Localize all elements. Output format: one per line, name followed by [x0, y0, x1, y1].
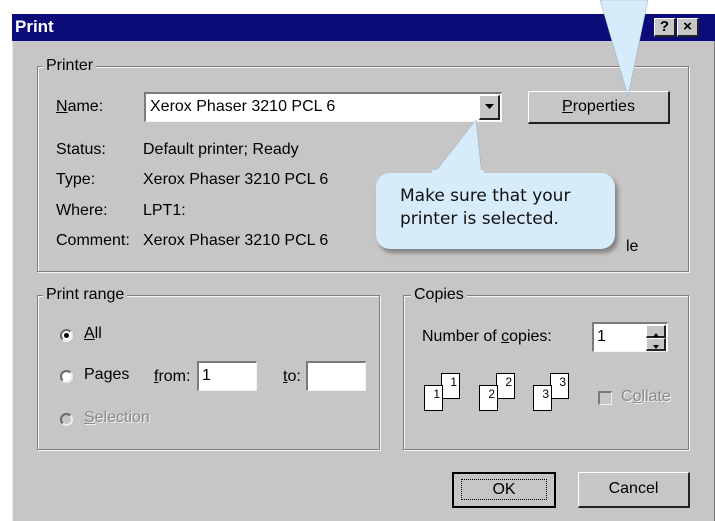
- pages-label[interactable]: Pages: [84, 366, 129, 384]
- print-range-legend: Print range: [43, 286, 128, 304]
- spin-down-button[interactable]: [646, 338, 666, 351]
- to-label: to:: [283, 368, 301, 385]
- help-button[interactable]: ?: [654, 18, 676, 37]
- spin-up-button[interactable]: [646, 325, 666, 338]
- ok-label: OK: [461, 479, 547, 500]
- collate-page-back: 3: [550, 373, 569, 399]
- collate-page-back: 2: [496, 373, 515, 399]
- collate-checkbox[interactable]: [598, 391, 612, 405]
- name-label: Name:: [56, 98, 104, 115]
- collate-page-front: 2: [479, 385, 498, 411]
- printer-dropdown-button[interactable]: [479, 95, 500, 120]
- callout-bubble: Make sure that your printer is selected.: [376, 173, 615, 249]
- type-value: Xerox Phaser 3210 PCL 6: [143, 171, 329, 188]
- spin-down-icon: [652, 345, 659, 349]
- printer-name-select[interactable]: Xerox Phaser 3210 PCL 6: [144, 92, 502, 122]
- ok-button[interactable]: OK: [452, 472, 556, 508]
- all-label[interactable]: All: [84, 325, 102, 343]
- radio-selected-dot: [64, 333, 69, 338]
- type-label: Type:: [56, 171, 96, 188]
- status-label: Status:: [56, 141, 106, 158]
- properties-button[interactable]: Properties: [528, 91, 670, 124]
- copies-value: 1: [597, 328, 606, 345]
- print-dialog: Print ? × Printer Name: Xerox Phaser 321…: [12, 14, 715, 521]
- collate-label[interactable]: Collate: [621, 388, 671, 406]
- to-input[interactable]: [306, 361, 366, 391]
- where-value: LPT1:: [143, 202, 186, 219]
- callout-text: Make sure that your printer is selected.: [400, 186, 571, 229]
- printer-group-legend: Printer: [43, 57, 97, 75]
- printer-name-value: Xerox Phaser 3210 PCL 6: [150, 98, 336, 115]
- pages-radio[interactable]: [60, 370, 73, 383]
- copies-legend: Copies: [411, 286, 467, 304]
- copies-spinner[interactable]: 1: [592, 322, 668, 352]
- from-value: 1: [202, 367, 211, 384]
- comment-value: Xerox Phaser 3210 PCL 6: [143, 232, 329, 249]
- number-of-copies-label: Number of copies:: [422, 328, 552, 345]
- from-label: from:: [154, 368, 191, 385]
- close-button[interactable]: ×: [677, 18, 699, 37]
- collate-page-front: 1: [424, 385, 443, 411]
- where-label: Where:: [56, 202, 108, 219]
- collate-page-front: 3: [533, 385, 552, 411]
- comment-label: Comment:: [56, 232, 130, 249]
- chevron-down-icon: [484, 104, 494, 109]
- title-bar: Print ? ×: [12, 14, 715, 41]
- collate-page-back: 1: [441, 373, 460, 399]
- selection-label[interactable]: Selection: [84, 409, 150, 427]
- all-radio[interactable]: [60, 329, 73, 342]
- from-input[interactable]: 1: [197, 361, 257, 391]
- status-value: Default printer; Ready: [143, 141, 299, 158]
- selection-radio[interactable]: [60, 413, 73, 426]
- window-title: Print: [15, 17, 54, 36]
- cancel-button[interactable]: Cancel: [578, 472, 690, 508]
- print-to-file-label-fragment[interactable]: le: [626, 238, 638, 256]
